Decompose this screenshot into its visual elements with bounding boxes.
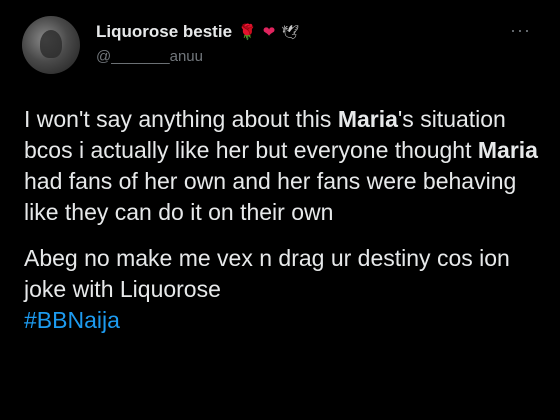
tweet-text-segment: had fans of her own and her fans were be… — [24, 168, 517, 225]
author-handle[interactable]: @_______anuu — [96, 48, 203, 65]
rose-icon: 🌹 — [238, 23, 257, 41]
bird-icon: 🕊 — [281, 24, 300, 40]
tweet-bold-mention: Maria — [337, 106, 398, 132]
hashtag-link[interactable]: #BBNaija — [24, 307, 120, 333]
more-options-icon[interactable]: ··· — [510, 20, 531, 41]
heart-icon: ❤ — [262, 23, 276, 41]
author-display-name[interactable]: Liquorose bestie — [96, 22, 232, 42]
author-name-row[interactable]: Liquorose bestie 🌹 ❤ 🕊 — [96, 22, 299, 42]
tweet-text: I won't say anything about this Maria's … — [24, 104, 544, 351]
tweet-bold-mention: Maria — [477, 137, 538, 163]
tweet-text-segment: I won't say anything about this — [24, 106, 338, 132]
tweet-text-segment: Abeg no make me vex n drag ur destiny co… — [24, 245, 510, 302]
avatar[interactable] — [22, 16, 80, 74]
tweet-paragraph-1: I won't say anything about this Maria's … — [24, 104, 544, 228]
tweet-paragraph-2: Abeg no make me vex n drag ur destiny co… — [24, 243, 544, 336]
